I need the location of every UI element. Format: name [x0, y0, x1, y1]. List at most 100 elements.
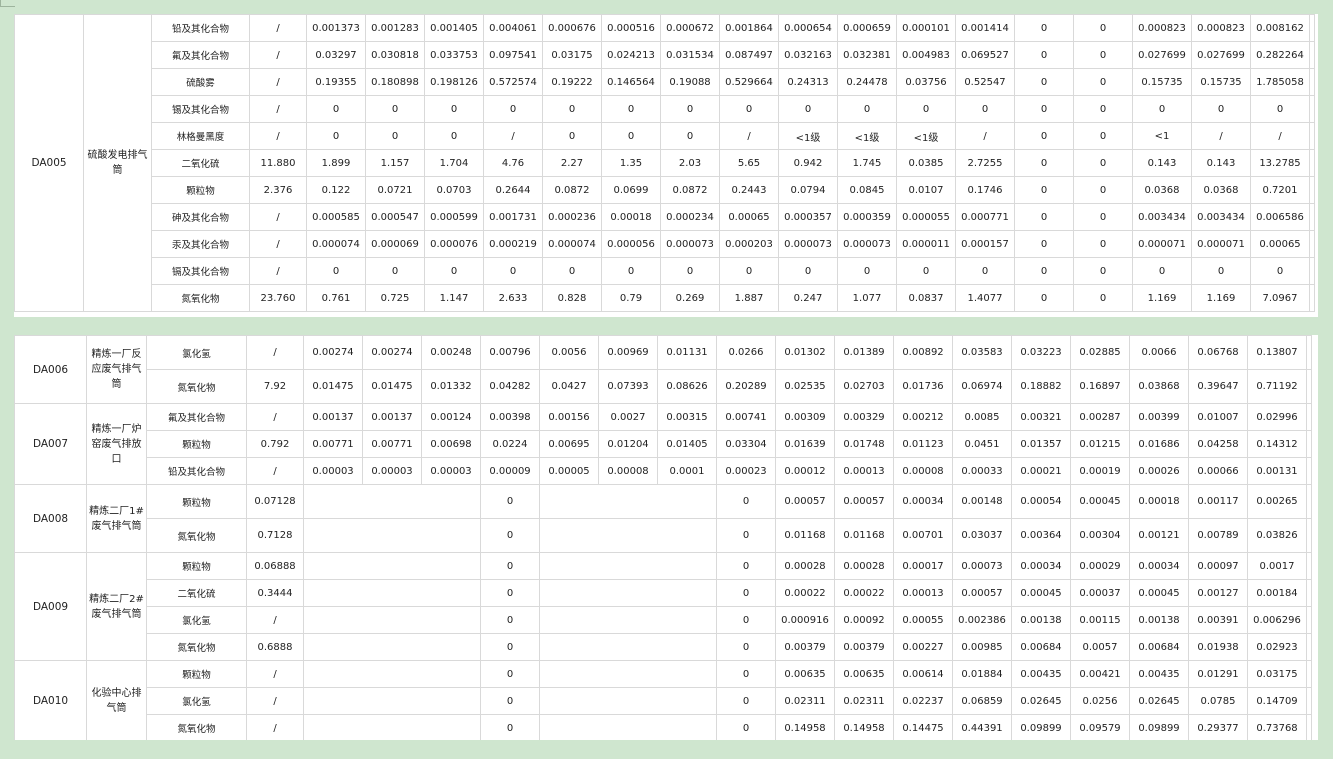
value-cell: 0.000916 — [775, 606, 835, 634]
value-cell: / — [1191, 122, 1251, 150]
value-cell: 0 — [896, 257, 956, 285]
table-row: 铅及其化合物/0.00003 0.00003 0.00003 0.00009 0.000… — [15, 457, 1312, 485]
overflow-cell — [1306, 335, 1312, 370]
value-cell: / — [955, 122, 1015, 150]
value-cell: 0.000823 — [1132, 14, 1192, 42]
value-cell: / — [249, 230, 307, 258]
value-cell: 0.03037 — [952, 518, 1012, 553]
outlet-code-cell: DA007 — [14, 403, 87, 485]
value-cell: 0.000073 — [778, 230, 838, 258]
value-cell: 0.0837 — [896, 284, 956, 312]
value-cell: 0.0872 — [542, 176, 602, 204]
value-cell: 1.899 — [306, 149, 366, 177]
table-row: 氮氧化物/0 0 0.14958 0.14958 0.14475 0.44391 0.098… — [15, 714, 1312, 740]
empty-merged-cell — [303, 579, 481, 607]
value-cell: 5.65 — [719, 149, 779, 177]
value-cell: 0 — [1073, 230, 1133, 258]
value-cell: 0.00018 — [601, 203, 661, 231]
value-cell: 0.00435 — [1011, 660, 1071, 688]
pollutant-cell: 氮氧化物 — [146, 518, 247, 553]
value-cell: 0.942 — [778, 149, 838, 177]
overflow-cell — [1306, 457, 1312, 485]
value-cell: 0.0845 — [837, 176, 897, 204]
table-row: 镉及其化合物/0 0 0 0 0 0 0 0 0 0 0 0 0 0 0 0 0 — [15, 257, 1315, 285]
value-cell: 0.00066 — [1188, 457, 1248, 485]
value-cell: 0.0368 — [1132, 176, 1192, 204]
value-cell: 0.00003 — [303, 457, 363, 485]
value-cell: 0 — [1073, 68, 1133, 96]
value-cell: 0.29377 — [1188, 714, 1248, 740]
value-cell: 0.000234 — [660, 203, 720, 231]
table-row: 锡及其化合物/0 0 0 0 0 0 0 0 0 0 0 0 0 0 0 0 0 — [15, 95, 1315, 123]
outlet-code-cell: DA006 — [14, 335, 87, 404]
value-cell: 0.03304 — [716, 430, 776, 458]
value-cell: 0.031534 — [660, 41, 720, 69]
value-cell: 0.7201 — [1250, 176, 1310, 204]
value-cell: 0.00701 — [893, 518, 953, 553]
overflow-cell — [1309, 122, 1315, 150]
pollutant-cell: 镉及其化合物 — [151, 257, 250, 285]
empty-merged-cell — [303, 714, 481, 740]
value-cell: 0.00379 — [834, 633, 894, 661]
value-cell: 2.7255 — [955, 149, 1015, 177]
value-cell: 1.077 — [837, 284, 897, 312]
value-cell: 0.01405 — [657, 430, 717, 458]
value-cell: 0.19355 — [306, 68, 366, 96]
value-cell: 0.027699 — [1132, 41, 1192, 69]
empty-merged-cell — [303, 660, 481, 688]
value-cell: 0.00034 — [1011, 552, 1071, 580]
pollutant-cell: 氯化氢 — [146, 335, 247, 370]
overflow-cell — [1306, 369, 1312, 404]
value-cell: 0.00115 — [1070, 606, 1130, 634]
value-cell: 0.000101 — [896, 14, 956, 42]
value-cell: 0.00391 — [1188, 606, 1248, 634]
value-cell: 0.0721 — [365, 176, 425, 204]
value-cell: 0.247 — [778, 284, 838, 312]
value-cell: 0.00057 — [775, 484, 835, 519]
value-cell: 0.000654 — [778, 14, 838, 42]
value-cell: 0.06888 — [246, 552, 304, 580]
value-cell: 0 — [1014, 203, 1074, 231]
value-cell: 0 — [1014, 284, 1074, 312]
value-cell: 2.633 — [483, 284, 543, 312]
pollutant-cell: 汞及其化合物 — [151, 230, 250, 258]
table-row: DA008 精炼二厂1#废气排气筒 颗粒物 0.07128 0 0 0.00057 0.000… — [14, 484, 1312, 553]
overflow-cell — [1309, 284, 1315, 312]
outlet-name-cell: 精炼一厂炉窑废气排放口 — [86, 403, 147, 485]
value-cell: 0.0017 — [1247, 552, 1307, 580]
value-cell: 0.001864 — [719, 14, 779, 42]
value-cell: 0 — [719, 95, 779, 123]
value-cell: 0.06768 — [1188, 335, 1248, 370]
outlet-name-cell: 精炼一厂反应废气排气筒 — [86, 335, 147, 404]
value-cell: 0 — [1014, 14, 1074, 42]
value-cell: 0.00684 — [1011, 633, 1071, 661]
value-cell: 0.14709 — [1247, 687, 1307, 715]
value-cell: 0 — [955, 95, 1015, 123]
value-cell: 0.000219 — [483, 230, 543, 258]
value-cell: 0.00985 — [952, 633, 1012, 661]
value-cell: 0.000011 — [896, 230, 956, 258]
value-cell: 0.00184 — [1247, 579, 1307, 607]
value-cell: 0.00022 — [834, 579, 894, 607]
value-cell: 0 — [424, 95, 484, 123]
value-cell: 0 — [719, 257, 779, 285]
value-cell: <1级 — [837, 122, 897, 150]
value-cell: 0.00121 — [1129, 518, 1189, 553]
value-cell: 0.39647 — [1188, 369, 1248, 404]
value-cell: 0 — [1132, 257, 1192, 285]
value-cell: 0.00315 — [657, 403, 717, 431]
value-cell: 0 — [1073, 257, 1133, 285]
outlet-name-cell: 硫酸发电排气筒 — [83, 14, 152, 312]
overflow-cell — [1306, 552, 1312, 580]
value-cell: 0.00321 — [1011, 403, 1071, 431]
pollutant-cell: 氮氧化物 — [146, 633, 247, 661]
value-cell: 0.00008 — [598, 457, 658, 485]
table-row: 二氧化硫 0.3444 0 0 0.00022 0.00022 0.00013 0.00057… — [15, 579, 1312, 607]
value-cell: 0.024213 — [601, 41, 661, 69]
value-cell: 0.01748 — [834, 430, 894, 458]
value-cell: / — [246, 335, 304, 370]
value-cell: 13.2785 — [1250, 149, 1310, 177]
value-cell: 0 — [716, 518, 776, 553]
pollutant-cell: 氮氧化物 — [146, 714, 247, 740]
value-cell: 0.02645 — [1011, 687, 1071, 715]
